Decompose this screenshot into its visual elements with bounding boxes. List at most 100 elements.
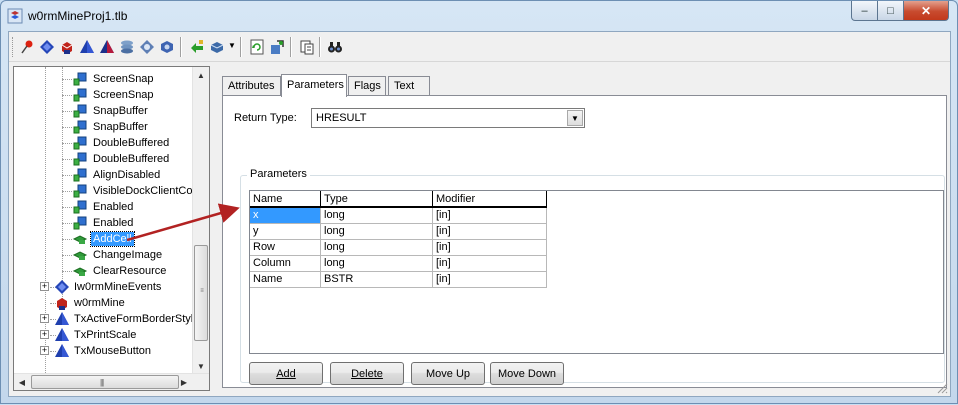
column-header-type[interactable]: Type	[321, 191, 433, 208]
tree-item[interactable]: ScreenSnap	[14, 87, 194, 103]
scroll-left-icon[interactable]: ◀	[14, 374, 30, 390]
param-modifier-cell[interactable]: [in]	[433, 240, 547, 256]
copy-icon[interactable]	[297, 37, 316, 56]
tree-vscroll-thumb[interactable]: ≡	[194, 245, 208, 341]
tree-hscroll-thumb[interactable]: |||	[31, 375, 179, 389]
table-row[interactable]: Column long [in]	[250, 256, 547, 272]
param-name-cell[interactable]: x	[250, 208, 321, 224]
title-bar[interactable]: w0rmMineProj1.tlb – □ ✕	[1, 1, 957, 31]
param-type-cell[interactable]: long	[321, 224, 433, 240]
tab-text[interactable]: Text	[388, 76, 430, 96]
tree-item[interactable]: Enabled	[14, 199, 194, 215]
move-down-button[interactable]: Move Down	[490, 362, 564, 385]
close-button[interactable]: ✕	[904, 1, 949, 21]
table-row[interactable]: y long [in]	[250, 224, 547, 240]
param-modifier-cell[interactable]: [in]	[433, 272, 547, 288]
type-library-tree[interactable]: ScreenSnap ScreenSnap SnapBuffer SnapBuffer…	[13, 66, 210, 391]
tree-item[interactable]: ClearResource	[14, 263, 194, 279]
expand-icon[interactable]: +	[40, 314, 49, 323]
param-name-cell[interactable]: y	[250, 224, 321, 240]
param-name-cell[interactable]: Column	[250, 256, 321, 272]
param-name-cell[interactable]: Row	[250, 240, 321, 256]
binoculars-icon[interactable]	[325, 37, 344, 56]
property-icon	[72, 87, 88, 103]
param-name-cell[interactable]: Name	[250, 272, 321, 288]
parameters-grid[interactable]: Name Type Modifier x long [in] y long [in] Row…	[249, 190, 944, 354]
interface-icon	[54, 279, 70, 295]
chevron-down-icon[interactable]: ▼	[567, 110, 583, 126]
build-icon[interactable]	[267, 37, 286, 56]
expand-icon[interactable]: +	[40, 330, 49, 339]
delete-button[interactable]: Delete	[330, 362, 404, 385]
tree-item-label: Enabled	[93, 217, 134, 229]
cube-drop-icon[interactable]	[207, 37, 226, 56]
pane-splitter[interactable]	[211, 66, 217, 391]
tree-line	[62, 127, 72, 128]
blue-diamond-icon[interactable]	[37, 37, 56, 56]
param-modifier-cell[interactable]: [in]	[433, 224, 547, 240]
tree-item[interactable]: DoubleBuffered	[14, 135, 194, 151]
property-icon	[72, 71, 88, 87]
param-type-cell[interactable]: long	[321, 256, 433, 272]
tree-root-item[interactable]: + TxPrintScale	[14, 327, 194, 343]
tree-item[interactable]: ScreenSnap	[14, 71, 194, 87]
table-row[interactable]: Row long [in]	[250, 240, 547, 256]
tree-item[interactable]: AlignDisabled	[14, 167, 194, 183]
maximize-button[interactable]: □	[878, 1, 904, 21]
toolbar-separator	[319, 37, 321, 57]
red-cube-icon[interactable]	[57, 37, 76, 56]
tree-item[interactable]: SnapBuffer	[14, 103, 194, 119]
toolbar-grip[interactable]	[12, 37, 15, 57]
shaded-pyramid-icon[interactable]	[97, 37, 116, 56]
blue-pyramid-icon[interactable]	[77, 37, 96, 56]
column-header-name[interactable]: Name	[250, 191, 321, 208]
green-arrow-icon[interactable]	[187, 37, 206, 56]
tree-root-item[interactable]: + TxActiveFormBorderStyle	[14, 311, 199, 327]
gear-diamond-icon[interactable]	[137, 37, 156, 56]
column-header-modifier[interactable]: Modifier	[433, 191, 547, 208]
tree-item[interactable]: Enabled	[14, 215, 194, 231]
tree-item-label: w0rmMine	[74, 297, 125, 309]
tree-horizontal-scrollbar[interactable]: ◀ ||| ▶	[14, 373, 209, 390]
pin-icon[interactable]	[17, 37, 36, 56]
scroll-down-icon[interactable]: ▼	[193, 358, 209, 374]
param-modifier-cell[interactable]: [in]	[433, 256, 547, 272]
minimize-button[interactable]: –	[851, 1, 878, 21]
move-up-button[interactable]: Move Up	[411, 362, 485, 385]
tree-item[interactable]: DoubleBuffered	[14, 151, 194, 167]
tab-attributes[interactable]: Attributes	[222, 76, 281, 96]
tree-item[interactable]: VisibleDockClientCou	[14, 183, 199, 199]
coclass-icon	[54, 295, 70, 311]
add-button[interactable]: Add	[249, 362, 323, 385]
window-title: w0rmMineProj1.tlb	[28, 9, 128, 23]
close-icon: ✕	[920, 3, 932, 18]
table-row[interactable]: Name BSTR [in]	[250, 272, 547, 288]
resize-grip-icon[interactable]	[936, 382, 948, 394]
stack-icon[interactable]	[117, 37, 136, 56]
expand-icon[interactable]: +	[40, 282, 49, 291]
cube-gear-icon[interactable]	[157, 37, 176, 56]
param-modifier-cell[interactable]: [in]	[433, 208, 547, 224]
tree-vertical-scrollbar[interactable]: ▲ ≡ ▼	[192, 67, 209, 374]
expand-icon[interactable]: +	[40, 346, 49, 355]
refresh-icon[interactable]	[247, 37, 266, 56]
tree-root-item[interactable]: + TxMouseButton	[14, 343, 194, 359]
chevron-down-icon[interactable]: ▼	[228, 41, 236, 50]
enum-icon	[54, 343, 70, 359]
return-type-select[interactable]: HRESULT ▼	[311, 108, 585, 128]
tree-root-item[interactable]: w0rmMine	[14, 295, 194, 311]
scroll-up-icon[interactable]: ▲	[193, 67, 209, 83]
tree-item[interactable]: SnapBuffer	[14, 119, 194, 135]
param-type-cell[interactable]: BSTR	[321, 272, 433, 288]
tree-item-label: AlignDisabled	[93, 169, 161, 181]
table-row[interactable]: x long [in]	[250, 208, 547, 224]
param-type-cell[interactable]: long	[321, 208, 433, 224]
property-icon	[72, 103, 88, 119]
tree-item[interactable]: AddCell	[14, 231, 194, 247]
tree-root-item[interactable]: + Iw0rmMineEvents	[14, 279, 194, 295]
scroll-right-icon[interactable]: ▶	[176, 374, 192, 390]
tab-flags[interactable]: Flags	[348, 76, 386, 96]
tree-item[interactable]: ChangeImage	[14, 247, 194, 263]
tab-parameters[interactable]: Parameters	[281, 74, 347, 97]
param-type-cell[interactable]: long	[321, 240, 433, 256]
